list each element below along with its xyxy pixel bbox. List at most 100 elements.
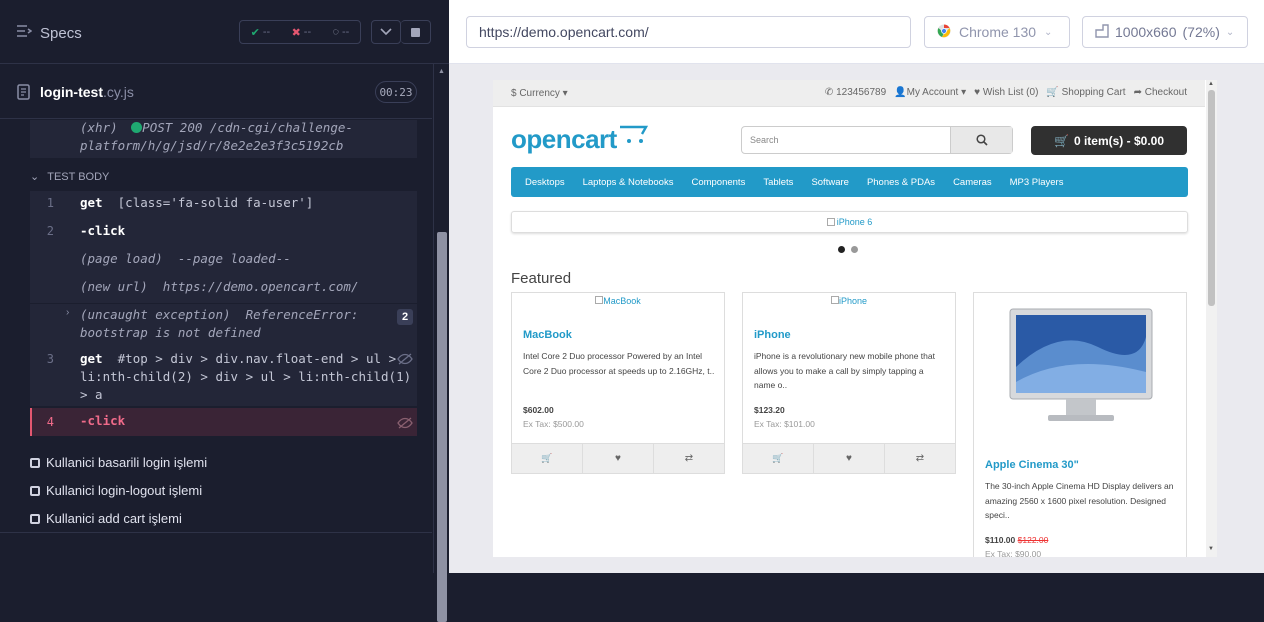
exchange-icon: ⇄ <box>915 453 925 464</box>
exception-row[interactable]: (uncaught exception) ReferenceError: <box>80 306 358 324</box>
checkout-link[interactable]: ➦ Checkout <box>1134 87 1187 98</box>
runner-header: Specs ✔ -- ✖ -- ◌ -- <box>0 0 449 64</box>
checkout-label: Checkout <box>1144 87 1187 98</box>
test-title: Kullanici login-logout işlemi <box>46 483 203 498</box>
specs-toggle[interactable]: Specs <box>16 24 82 42</box>
check-icon: ✔ <box>250 26 260 39</box>
product-name[interactable]: MacBook <box>523 329 572 341</box>
product-card: Apple Cinema 30" The 30-inch Apple Cinem… <box>973 292 1187 557</box>
url-bar[interactable]: https://demo.opencart.com/ <box>466 16 911 48</box>
menu-item-software[interactable]: Software <box>802 177 858 188</box>
eye-slash-icon[interactable] <box>397 416 413 434</box>
top-bar: $ Currency ▾ ✆ 123456789 👤My Account ▾ ♥… <box>493 80 1205 107</box>
scrollbar-thumb[interactable] <box>1208 90 1215 306</box>
command-row-2[interactable]: -click <box>80 222 125 240</box>
menu-item-laptops[interactable]: Laptops & Notebooks <box>574 177 683 188</box>
viewport-size: 1000x660 <box>1115 24 1177 40</box>
event-message: --page loaded-- <box>177 251 291 266</box>
failed-count: -- <box>303 26 312 38</box>
status-dot-icon <box>131 122 143 133</box>
product-image[interactable] <box>1008 307 1154 427</box>
menu-item-phones[interactable]: Phones & PDAs <box>858 177 944 188</box>
search-box: Search <box>741 126 1013 154</box>
command-message: #top > div > div.nav.float-end > ul > <box>117 351 397 366</box>
xhr-label: (xhr) <box>80 120 118 135</box>
heart-icon: ♥ <box>974 87 981 98</box>
search-button[interactable] <box>950 127 1012 153</box>
file-icon <box>17 84 30 105</box>
compare-button[interactable]: ⇄ <box>654 444 724 473</box>
command-number: 1 <box>46 196 54 210</box>
product-image[interactable]: iPhone <box>743 293 955 306</box>
stop-button[interactable] <box>401 20 431 44</box>
menu-item-mp3[interactable]: MP3 Players <box>1001 177 1073 188</box>
currency-dropdown[interactable]: $ Currency ▾ <box>511 88 568 99</box>
chevron-right-icon[interactable]: › <box>66 307 69 318</box>
new-url-row[interactable]: (new url) https://demo.opencart.com/ <box>80 278 358 296</box>
test-item[interactable]: Kullanici add cart işlemi <box>30 511 182 526</box>
product-actions: 🛒 ♥ ⇄ <box>743 443 955 473</box>
phone-link[interactable]: ✆ 123456789 <box>825 87 886 98</box>
shopping-cart-link[interactable]: 🛒 Shopping Cart <box>1046 87 1125 98</box>
runner-scrollbar[interactable]: ▲ ▼ <box>433 64 449 622</box>
slideshow-banner[interactable]: iPhone 6 <box>511 211 1188 233</box>
ruler-icon <box>1095 23 1109 41</box>
pagination-dot[interactable] <box>851 246 858 253</box>
add-to-cart-button[interactable]: 🛒 <box>512 444 583 473</box>
eye-slash-icon[interactable] <box>397 352 413 370</box>
page-load-row[interactable]: (page load) --page loaded-- <box>80 250 291 268</box>
product-description: The 30-inch Apple Cinema HD Display deli… <box>985 481 1174 520</box>
site-logo[interactable]: opencart <box>511 124 649 155</box>
wishlist-button[interactable]: ♥ <box>583 444 654 473</box>
wishlist-label: Wish List (0) <box>982 87 1039 98</box>
menu-item-tablets[interactable]: Tablets <box>754 177 802 188</box>
product-image[interactable]: MacBook <box>512 293 724 306</box>
browser-name: Chrome 130 <box>959 24 1037 40</box>
spec-name: login-test <box>40 84 103 100</box>
add-to-cart-button[interactable]: 🛒 <box>743 444 814 473</box>
scroll-down-icon[interactable]: ▼ <box>1208 546 1214 552</box>
event-name: (page load) <box>80 251 163 266</box>
spinner-icon: ◌ <box>332 26 339 38</box>
browser-selector[interactable]: Chrome 130 ⌄ <box>924 16 1070 48</box>
test-item[interactable]: Kullanici basarili login işlemi <box>30 455 207 470</box>
test-body-section[interactable]: ⌄ TEST BODY <box>30 170 109 184</box>
compare-button[interactable]: ⇄ <box>885 444 955 473</box>
menu-item-cameras[interactable]: Cameras <box>944 177 1001 188</box>
command-name: get <box>80 351 103 366</box>
my-account-dropdown[interactable]: 👤My Account ▾ <box>894 87 966 98</box>
cross-icon: ✖ <box>291 26 301 39</box>
scroll-up-icon[interactable]: ▲ <box>1208 81 1214 87</box>
count-badge: 2 <box>397 309 413 325</box>
wishlist-button[interactable]: ♥ <box>814 444 885 473</box>
test-item[interactable]: Kullanici login-logout işlemi <box>30 483 202 498</box>
product-card: MacBook MacBook Intel Core 2 Duo process… <box>511 292 725 474</box>
wishlist-link[interactable]: ♥ Wish List (0) <box>974 87 1038 98</box>
passed-count: -- <box>262 26 271 38</box>
specs-list-icon <box>16 24 33 42</box>
pending-stat: ◌ -- <box>332 26 349 38</box>
menu-item-components[interactable]: Components <box>682 177 754 188</box>
viewport-info[interactable]: 1000x660 (72%) ⌄ <box>1082 16 1248 48</box>
heart-icon: ♥ <box>846 453 852 464</box>
search-input[interactable]: Search <box>742 127 950 153</box>
price-new: $110.00 <box>985 535 1016 545</box>
scroll-up-icon[interactable]: ▲ <box>438 68 445 75</box>
product-name[interactable]: iPhone <box>754 329 791 341</box>
test-stats: ✔ -- ✖ -- ◌ -- <box>239 20 361 44</box>
command-row-1[interactable]: get [class='fa-solid fa-user'] <box>80 194 313 212</box>
product-name[interactable]: Apple Cinema 30" <box>985 459 1079 471</box>
scroll-down-icon[interactable]: ▼ <box>438 560 445 567</box>
pagination-dot-active[interactable] <box>838 246 845 253</box>
logo-cart-icon <box>619 125 648 143</box>
cart-button[interactable]: 🛒 0 item(s) - $0.00 <box>1031 126 1187 155</box>
product-card: iPhone iPhone iPhone is a revolutionary … <box>742 292 956 474</box>
command-row-3[interactable]: get #top > div > div.nav.float-end > ul … <box>80 350 396 368</box>
banner-alt-text: iPhone 6 <box>836 217 873 227</box>
chevron-down-icon: ⌄ <box>30 171 40 183</box>
aut-scrollbar[interactable]: ▲ ▼ <box>1206 80 1217 557</box>
passed-stat: ✔ -- <box>251 26 271 39</box>
dropdown-button[interactable] <box>371 20 401 44</box>
menu-item-desktops[interactable]: Desktops <box>516 177 574 188</box>
command-message-line3: > a <box>80 387 103 402</box>
